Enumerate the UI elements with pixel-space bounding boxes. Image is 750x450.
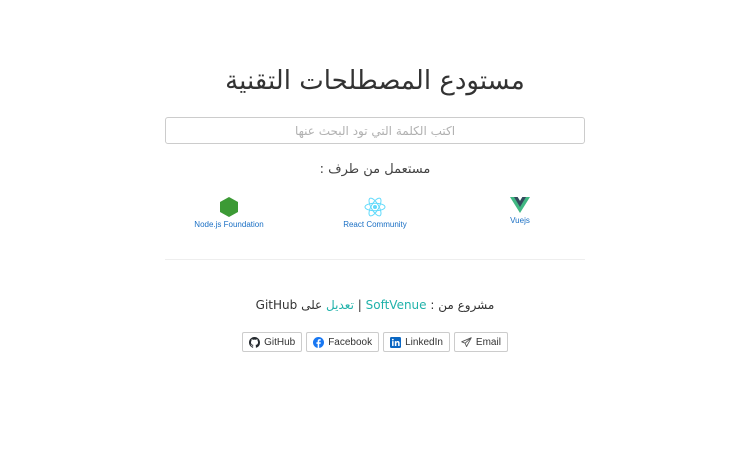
vuejs-icon <box>510 197 530 213</box>
github-label: GitHub <box>264 336 296 348</box>
linkedin-button[interactable]: LinkedIn <box>383 332 450 352</box>
sponsor-label: React Community <box>343 220 407 229</box>
sponsor-label: Node.js Foundation <box>194 220 264 229</box>
sponsor-react[interactable]: React Community <box>310 196 440 229</box>
page-title: مستودع المصطلحات التقنية <box>225 66 525 96</box>
search-input[interactable] <box>165 117 585 144</box>
social-buttons: GitHub Facebook LinkedIn Email <box>0 332 750 352</box>
credit-on: على <box>301 298 323 312</box>
credit-platform: GitHub <box>255 298 298 312</box>
facebook-label: Facebook <box>328 336 373 348</box>
softvenue-link[interactable]: SoftVenue <box>366 298 427 312</box>
paper-plane-icon <box>461 336 472 347</box>
facebook-button[interactable]: Facebook <box>306 332 380 352</box>
page: مستودع المصطلحات التقنية مستعمل من طرف :… <box>0 0 750 450</box>
email-button[interactable]: Email <box>453 332 508 352</box>
nodejs-icon <box>220 197 238 217</box>
react-icon <box>364 197 386 217</box>
sponsor-nodejs[interactable]: Node.js Foundation <box>164 196 294 229</box>
github-button[interactable]: GitHub <box>242 332 303 352</box>
linkedin-label: LinkedIn <box>405 336 443 348</box>
project-credit: مشروع من : SoftVenue | تعديل على GitHub <box>0 298 750 312</box>
credit-prefix: مشروع من : <box>430 298 495 312</box>
edit-link[interactable]: تعديل <box>326 298 354 312</box>
sponsor-label: Vuejs <box>510 216 530 225</box>
linkedin-icon <box>390 336 402 348</box>
divider <box>165 259 585 260</box>
facebook-icon <box>313 336 325 348</box>
used-by-label: مستعمل من طرف : <box>319 162 431 177</box>
email-label: Email <box>475 336 501 348</box>
credit-separator: | <box>357 298 362 312</box>
sponsor-vuejs[interactable]: Vuejs <box>455 196 585 225</box>
github-icon <box>249 336 261 348</box>
